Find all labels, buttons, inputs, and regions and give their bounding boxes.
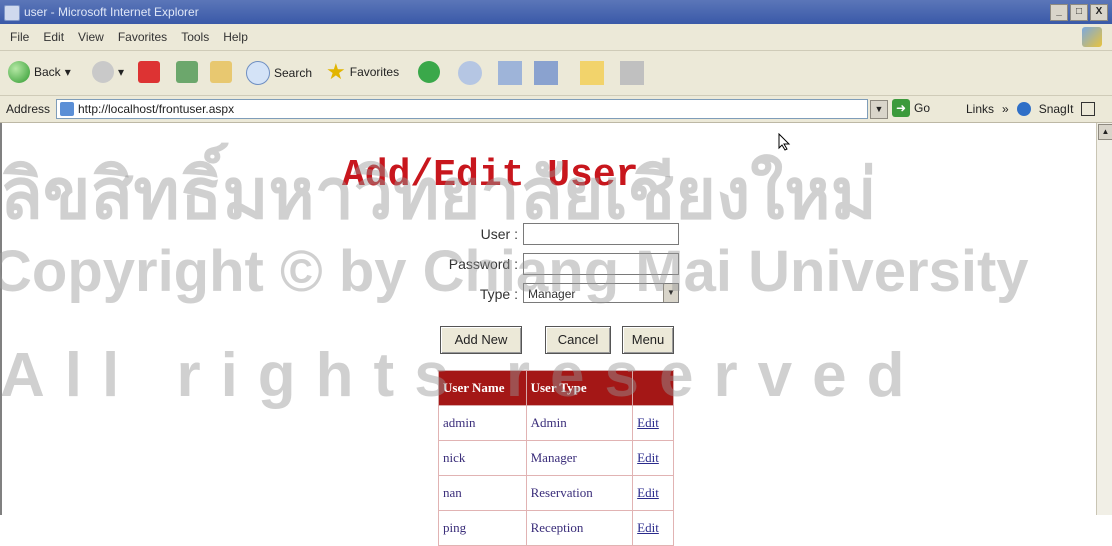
- forward-button[interactable]: ▾: [92, 61, 124, 83]
- page-icon: [60, 102, 74, 116]
- menu-favorites[interactable]: Favorites: [118, 30, 167, 44]
- menu-help[interactable]: Help: [223, 30, 248, 44]
- messenger-icon[interactable]: [620, 61, 644, 85]
- window-title: user - Microsoft Internet Explorer: [24, 5, 199, 19]
- links-bar: Links » SnagIt: [966, 102, 1096, 116]
- folder-icon[interactable]: [580, 61, 604, 85]
- search-icon: [246, 61, 270, 85]
- window-controls: _ □ X: [1050, 4, 1108, 21]
- maximize-button[interactable]: □: [1070, 4, 1088, 21]
- address-url: http://localhost/frontuser.aspx: [78, 102, 235, 116]
- add-new-button[interactable]: Add New: [440, 326, 522, 354]
- snagit-label[interactable]: SnagIt: [1039, 102, 1074, 116]
- chevron-down-icon[interactable]: ▼: [663, 284, 678, 302]
- table-row: ping Reception Edit: [438, 510, 674, 546]
- search-label: Search: [274, 66, 313, 80]
- minimize-button[interactable]: _: [1050, 4, 1068, 21]
- password-input[interactable]: [523, 253, 679, 275]
- address-label: Address: [6, 102, 51, 116]
- table-row: nan Reservation Edit: [438, 475, 674, 511]
- menu-edit[interactable]: Edit: [43, 30, 64, 44]
- forward-arrow-icon: [92, 61, 114, 83]
- favorites-button[interactable]: ★ Favorites: [326, 61, 399, 83]
- favorites-label: Favorites: [349, 65, 400, 79]
- cell-user-name: nick: [438, 440, 527, 476]
- menu-view[interactable]: View: [78, 30, 104, 44]
- header-user-name: User Name: [438, 370, 527, 406]
- back-label: Back: [34, 65, 61, 79]
- links-label[interactable]: Links: [966, 102, 994, 116]
- cell-user-type: Reservation: [525, 475, 634, 511]
- type-label: Type :: [479, 286, 518, 302]
- stop-icon[interactable]: [138, 61, 160, 83]
- back-arrow-icon: [8, 61, 30, 83]
- edit-link[interactable]: Edit: [632, 440, 674, 476]
- address-dropdown-icon[interactable]: ▼: [870, 100, 888, 119]
- cell-user-type: Admin: [525, 405, 634, 441]
- users-grid: User Name User Type admin Admin Edit nic…: [438, 370, 674, 546]
- cell-user-type: Reception: [525, 510, 634, 546]
- edit-link[interactable]: Edit: [632, 475, 674, 511]
- header-action: [632, 370, 674, 406]
- cancel-button[interactable]: Cancel: [545, 326, 611, 354]
- cell-user-type: Manager: [525, 440, 634, 476]
- windows-logo-icon: [1082, 27, 1102, 47]
- scroll-up-icon[interactable]: ▲: [1098, 124, 1112, 140]
- user-input[interactable]: [523, 223, 679, 245]
- snagit-window-icon[interactable]: [1081, 102, 1096, 116]
- go-button[interactable]: ➜ Go: [892, 99, 930, 117]
- cell-user-name: nan: [438, 475, 527, 511]
- print-icon[interactable]: [534, 61, 558, 85]
- grid-header-row: User Name User Type: [438, 370, 674, 406]
- back-button[interactable]: Back ▾: [8, 61, 71, 83]
- media-icon[interactable]: [418, 61, 440, 83]
- window-titlebar: user - Microsoft Internet Explorer _ □ X: [0, 0, 1112, 24]
- address-input[interactable]: http://localhost/frontuser.aspx: [56, 99, 868, 119]
- header-user-type: User Type: [525, 370, 634, 406]
- type-select[interactable]: Manager ▼: [523, 283, 679, 303]
- star-icon: ★: [326, 59, 346, 84]
- menu-file[interactable]: File: [10, 30, 29, 44]
- table-row: nick Manager Edit: [438, 440, 674, 476]
- user-label: User :: [480, 226, 518, 242]
- type-select-value: Manager: [528, 287, 576, 301]
- menu-button[interactable]: Menu: [622, 326, 674, 354]
- table-row: admin Admin Edit: [438, 405, 674, 441]
- links-more-icon[interactable]: »: [1002, 102, 1009, 116]
- search-button[interactable]: Search: [246, 61, 312, 85]
- go-label: Go: [914, 101, 931, 115]
- page-title: Add/Edit User: [342, 154, 639, 197]
- address-bar: Address http://localhost/frontuser.aspx …: [0, 96, 1112, 123]
- ie-page-icon: [4, 5, 20, 21]
- edit-link[interactable]: Edit: [632, 510, 674, 546]
- standard-toolbar: Back ▾ ▾ Search ★ Favorites: [0, 51, 1112, 96]
- vertical-scrollbar[interactable]: ▲: [1096, 123, 1112, 515]
- mouse-cursor-icon: [778, 133, 791, 151]
- edit-link[interactable]: Edit: [632, 405, 674, 441]
- go-arrow-icon: ➜: [892, 99, 910, 117]
- password-label: Password :: [448, 256, 518, 272]
- menu-tools[interactable]: Tools: [181, 30, 209, 44]
- page-content: Add/Edit User User : Password : Type : M…: [0, 123, 1098, 546]
- close-button[interactable]: X: [1090, 4, 1108, 21]
- snagit-icon[interactable]: [1016, 102, 1031, 116]
- history-icon[interactable]: [458, 61, 482, 85]
- cell-user-name: admin: [438, 405, 527, 441]
- menu-bar: File Edit View Favorites Tools Help: [0, 24, 1112, 51]
- home-icon[interactable]: [210, 61, 232, 83]
- back-dropdown-icon[interactable]: ▾: [65, 65, 71, 79]
- refresh-icon[interactable]: [176, 61, 198, 83]
- forward-dropdown-icon[interactable]: ▾: [118, 65, 124, 79]
- mail-icon[interactable]: [498, 61, 522, 85]
- cell-user-name: ping: [438, 510, 527, 546]
